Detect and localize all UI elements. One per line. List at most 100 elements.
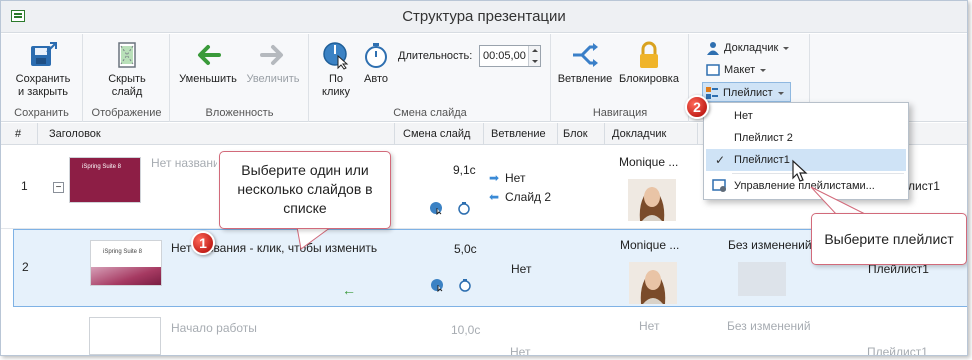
person-icon [707, 42, 719, 55]
layout-icon [706, 64, 720, 76]
hide-slide-label: Скрыть слайд [108, 73, 146, 98]
row-number: 2 [22, 260, 29, 274]
save-and-close-label: Сохранить и закрыть [15, 73, 71, 98]
callout-select-playlist: Выберите плейлист [811, 213, 967, 265]
clock-click-icon [431, 279, 443, 292]
presenter-dropdown[interactable]: Докладчик [704, 38, 790, 58]
row-playlist: Плейлист1 [867, 345, 928, 356]
branch-value: Нет [511, 262, 532, 276]
advance-auto-button[interactable]: Авто [358, 40, 394, 86]
layout-value: Без изменений [728, 238, 812, 252]
step-badge-2: 2 [685, 95, 709, 119]
save-icon [31, 42, 57, 66]
group-nesting: Уменьшить Увеличить Вложенность [171, 34, 309, 122]
group-navigation-label: Навигация [592, 107, 648, 119]
group-advance-label: Смена слайда [393, 107, 467, 119]
hide-slide-icon [118, 42, 136, 68]
advance-time: 5,0с [454, 242, 477, 256]
branch-back: Слайд 2 [505, 190, 552, 204]
manage-playlists-icon [712, 179, 726, 192]
clock-click-icon [430, 202, 442, 215]
col-branching[interactable]: Ветвление [491, 128, 546, 140]
callout-select-slides: Выберите один или несколько слайдов в сп… [219, 151, 391, 229]
thumbnail-text: iSpring Suite 8 [103, 249, 143, 255]
layout-preview [738, 262, 786, 296]
chevron-down-icon [760, 68, 767, 72]
layout-label: Макет [724, 64, 756, 76]
duration-spinner[interactable] [528, 46, 540, 66]
cursor-icon [792, 159, 808, 182]
lock-icon [640, 41, 658, 68]
slide-title[interactable]: Нет названия [151, 156, 217, 170]
group-save-label: Сохранить [14, 107, 69, 119]
increase-label: Увеличить [246, 73, 300, 85]
thumbnail-text: iSpring Suite 8 [82, 164, 122, 170]
branch-back-arrow-icon: ⬅ [489, 190, 500, 204]
slide-title[interactable]: Начало работы [171, 321, 257, 335]
stopwatch-icon [459, 279, 471, 292]
presentation-structure-window: Структура презентации Сохранить и закрыт… [0, 0, 968, 356]
save-and-close-button[interactable]: Сохранить и закрыть [7, 40, 79, 99]
collapse-toggle[interactable]: − [53, 182, 64, 193]
decrease-label: Уменьшить [179, 73, 237, 85]
callout-select-playlist-text: Выберите плейлист [824, 231, 954, 247]
col-advance[interactable]: Смена слайд [403, 128, 470, 140]
duration-value: 00:05,00 [483, 50, 526, 62]
arrow-right-icon [260, 45, 283, 65]
group-slide-advance: По клику Авто Длительность: 00:05,00 Сме… [310, 34, 551, 122]
col-presenter[interactable]: Докладчик [612, 128, 666, 140]
presenter-avatar [628, 179, 676, 221]
check-icon: ✓ [715, 153, 726, 167]
col-number: # [15, 128, 22, 140]
slide-thumbnail: iSpring Suite 8 [90, 240, 162, 286]
menu-item-none[interactable]: Нет [706, 105, 906, 127]
presenter-label: Докладчик [724, 42, 779, 54]
hide-slide-button[interactable]: Скрыть слайд [92, 40, 162, 99]
step-badge-1: 1 [191, 231, 215, 255]
group-nesting-label: Вложенность [205, 107, 274, 119]
col-lock[interactable]: Блок [563, 128, 588, 140]
arrow-left-icon: ← [342, 282, 356, 298]
branching-label: Ветвление [557, 73, 613, 85]
title-bar: Структура презентации [1, 1, 967, 33]
presenter-name: Monique ... [620, 238, 680, 252]
window-title: Структура презентации [402, 8, 566, 25]
stopwatch-icon [365, 43, 387, 68]
branch-value: Нет [510, 345, 531, 356]
row-number: 1 [21, 179, 28, 193]
col-title[interactable]: Заголовок [49, 128, 101, 140]
advance-time: 10,0с [451, 323, 481, 337]
callout-select-slides-text: Выберите один или несколько слайдов в сп… [237, 162, 373, 216]
menu-item-playlist-2[interactable]: Плейлист 2 [706, 127, 906, 149]
arrow-left-icon [198, 45, 221, 65]
playlist-dropdown[interactable]: Плейлист [702, 82, 791, 102]
stopwatch-icon [458, 202, 470, 215]
presenter-avatar [629, 262, 677, 304]
branching-button[interactable]: Ветвление [554, 40, 616, 86]
slide-thumbnail [89, 317, 161, 355]
group-display-label: Отображение [91, 107, 162, 119]
advance-on-click-button[interactable]: По клику [316, 40, 356, 99]
decrease-nesting-button[interactable]: Уменьшить [177, 40, 239, 86]
layout-dropdown[interactable]: Макет [704, 60, 767, 80]
clock-click-icon [323, 42, 349, 70]
branching-icon [573, 43, 598, 67]
group-navigation: Ветвление Блокировка Навигация [552, 34, 689, 122]
presenter-name: Нет [639, 319, 660, 333]
layout-value: Без изменений [727, 319, 811, 333]
slide-thumbnail: iSpring Suite 8 [69, 157, 141, 203]
group-save: Сохранить и закрыть Сохранить [1, 34, 83, 122]
increase-nesting-button[interactable]: Увеличить [241, 40, 305, 86]
duration-input[interactable]: 00:05,00 [479, 45, 541, 67]
table-row[interactable]: Начало работы 10,0с Нет Нет Без изменени… [1, 309, 967, 356]
lock-button[interactable]: Блокировка [616, 40, 682, 86]
on-click-label: По клику [322, 73, 350, 98]
menu-item-label: Плейлист1 [734, 154, 790, 166]
duration-label: Длительность: [398, 50, 473, 62]
advance-time: 9,1с [453, 163, 476, 177]
branch-next: Нет [505, 171, 526, 185]
playlist-menu: Нет Плейлист 2 ✓ Плейлист1 Управление пл… [703, 102, 909, 200]
group-display: Скрыть слайд Отображение [84, 34, 170, 122]
auto-label: Авто [364, 73, 388, 85]
playlist-label: Плейлист [723, 87, 773, 99]
